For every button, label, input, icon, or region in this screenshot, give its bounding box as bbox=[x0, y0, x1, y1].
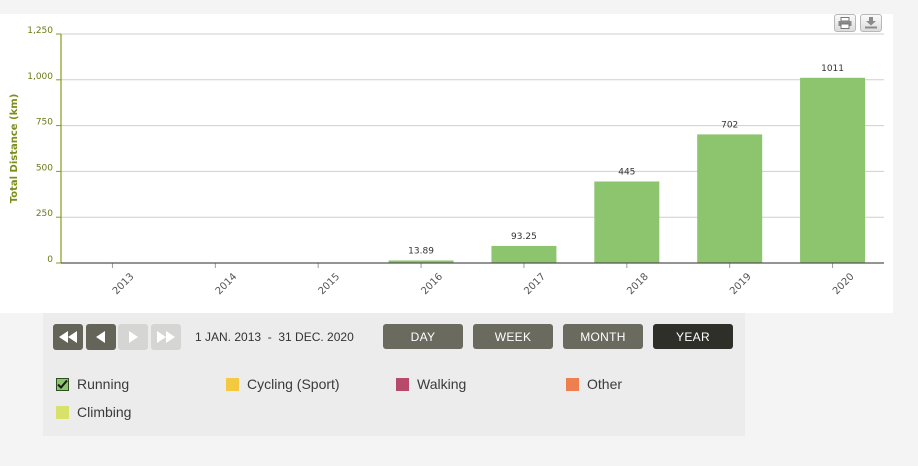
download-button[interactable] bbox=[860, 14, 882, 32]
legend-swatch-other bbox=[566, 377, 579, 391]
legend-swatch-cycling bbox=[226, 377, 239, 391]
chart-card: 0 250 500 750 1,000 1,250 Total Distance (km) 2… bbox=[0, 14, 893, 313]
legend-label-walking: Walking bbox=[417, 376, 467, 392]
y-tick-label: 0 bbox=[47, 255, 53, 265]
y-axis-label: Total Distance (km) bbox=[9, 94, 20, 204]
y-tick-label: 500 bbox=[36, 163, 53, 173]
y-tick-label: 750 bbox=[36, 118, 53, 128]
data-label-2019: 702 bbox=[721, 120, 738, 130]
legend-label-running: Running bbox=[77, 376, 130, 392]
triangle-left-icon bbox=[96, 331, 105, 343]
first-period-button[interactable] bbox=[53, 324, 83, 350]
x-tick-label: 2015 bbox=[317, 271, 343, 297]
print-button[interactable] bbox=[834, 14, 856, 32]
x-tick-label: 2016 bbox=[419, 271, 445, 297]
print-icon bbox=[838, 17, 852, 29]
data-label-2018: 445 bbox=[618, 167, 635, 177]
y-tick-label: 250 bbox=[36, 209, 53, 219]
data-label-2016: 13.89 bbox=[408, 246, 434, 256]
double-chevron-left-icon bbox=[59, 331, 77, 343]
data-label-2017: 93.25 bbox=[511, 232, 537, 242]
x-tick-label: 2017 bbox=[522, 271, 548, 297]
checkmark-icon bbox=[57, 379, 68, 389]
legend-item-running[interactable]: Running bbox=[56, 376, 129, 392]
x-tick-label: 2014 bbox=[214, 271, 240, 297]
legend-label-climbing: Climbing bbox=[77, 404, 132, 420]
triangle-right-icon bbox=[129, 331, 138, 343]
legend-item-walking[interactable]: Walking bbox=[396, 376, 466, 392]
next-period-button[interactable] bbox=[118, 324, 148, 350]
legend-swatch-climbing bbox=[56, 405, 69, 419]
bar-chart: 0 250 500 750 1,000 1,250 Total Distance (km) 2… bbox=[9, 26, 884, 297]
download-icon bbox=[865, 17, 877, 29]
month-button[interactable]: MONTH bbox=[563, 324, 643, 349]
bar-2020 bbox=[800, 77, 866, 263]
previous-period-button[interactable] bbox=[86, 324, 116, 350]
data-label-2020: 1011 bbox=[821, 64, 844, 74]
x-tick-label: 2020 bbox=[831, 271, 857, 297]
x-tick-label: 2013 bbox=[111, 271, 137, 297]
legend-label-cycling: Cycling (Sport) bbox=[247, 376, 340, 392]
x-tick-label: 2019 bbox=[728, 271, 754, 297]
legend-label-other: Other bbox=[587, 376, 623, 392]
y-tick-label: 1,000 bbox=[27, 72, 53, 82]
year-button[interactable]: YEAR bbox=[653, 324, 733, 349]
bar-2017 bbox=[491, 245, 557, 263]
x-tick-label: 2018 bbox=[625, 271, 651, 297]
legend-item-cycling[interactable]: Cycling (Sport) bbox=[226, 376, 340, 392]
day-button[interactable]: DAY bbox=[383, 324, 463, 349]
legend-item-other[interactable]: Other bbox=[566, 376, 622, 392]
date-range: 1 JAN. 2013 - 31 DEC. 2020 bbox=[195, 330, 354, 344]
legend-item-climbing[interactable]: Climbing bbox=[56, 404, 131, 420]
bar-2018 bbox=[594, 181, 660, 263]
chart-controls: 1 JAN. 2013 - 31 DEC. 2020 DAY WEEK MONT… bbox=[43, 313, 745, 436]
double-chevron-right-icon bbox=[157, 331, 175, 343]
y-tick-label: 1,250 bbox=[27, 26, 53, 36]
week-button[interactable]: WEEK bbox=[473, 324, 553, 349]
last-period-button[interactable] bbox=[151, 324, 181, 350]
legend-swatch-walking bbox=[396, 377, 409, 391]
legend-swatch-running bbox=[56, 377, 69, 391]
bar-2019 bbox=[697, 134, 763, 263]
